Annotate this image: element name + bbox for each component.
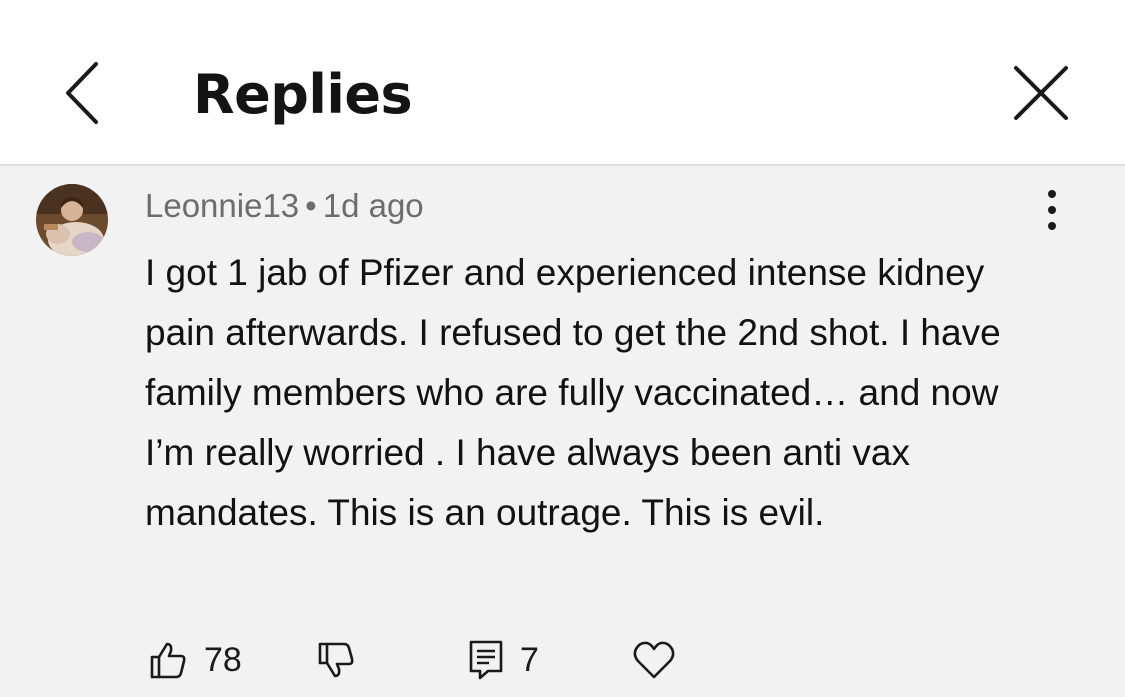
chevron-left-icon — [66, 62, 98, 124]
like-button[interactable]: 78 — [148, 636, 242, 684]
username[interactable]: Leonnie13 — [145, 187, 299, 224]
more-options-button[interactable] — [1032, 186, 1072, 234]
reply-button[interactable]: 7 — [468, 636, 539, 684]
like-count: 78 — [204, 641, 242, 679]
thumbs-down-icon — [318, 642, 354, 678]
more-vertical-icon — [1048, 190, 1056, 230]
page-title: Replies — [193, 63, 413, 126]
close-icon — [1014, 66, 1068, 120]
replies-screen: Replies Leonnie13 • 1d ago I got 1 jab o… — [0, 0, 1125, 697]
comment-meta: Leonnie13 • 1d ago — [145, 186, 424, 226]
avatar[interactable] — [36, 184, 108, 256]
reply-count: 7 — [520, 641, 539, 679]
close-button[interactable] — [1008, 60, 1074, 126]
comment-icon — [469, 640, 503, 680]
heart-icon — [633, 641, 675, 679]
dislike-button[interactable] — [316, 636, 356, 684]
timestamp: 1d ago — [322, 187, 424, 224]
thumbs-up-icon — [150, 642, 186, 679]
comment-actions: 78 7 — [0, 636, 1125, 684]
comment-text: I got 1 jab of Pfizer and experienced in… — [145, 252, 1001, 533]
meta-separator: • — [305, 187, 317, 224]
back-button[interactable] — [56, 58, 108, 128]
comment-item: Leonnie13 • 1d ago I got 1 jab of Pfizer a… — [0, 166, 1125, 697]
header-bar: Replies — [0, 0, 1125, 166]
favorite-button[interactable] — [632, 636, 676, 684]
